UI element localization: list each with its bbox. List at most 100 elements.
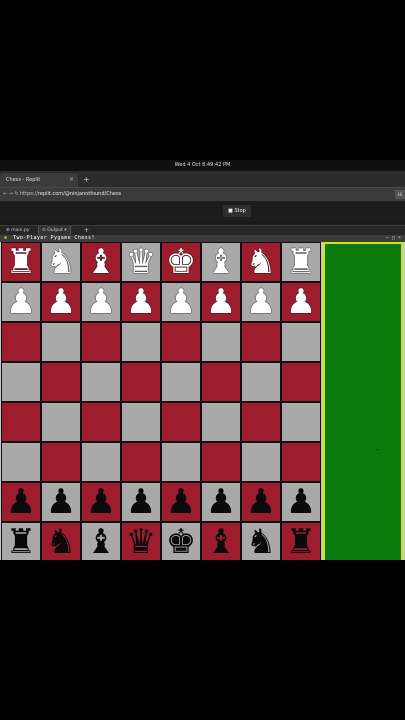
board-square[interactable]: ♝	[201, 522, 241, 560]
board-square[interactable]: ♟	[241, 282, 281, 322]
black-piece-icon[interactable]: ♟	[126, 482, 156, 522]
board-square[interactable]	[121, 402, 161, 442]
board-square[interactable]	[41, 442, 81, 482]
board-square[interactable]	[41, 362, 81, 402]
board-square[interactable]	[161, 362, 201, 402]
board-square[interactable]: ♟	[281, 482, 321, 522]
board-square[interactable]	[281, 442, 321, 482]
board-square[interactable]: ♜	[281, 522, 321, 560]
board-square[interactable]	[201, 362, 241, 402]
black-piece-icon[interactable]: ♜	[6, 522, 36, 560]
white-piece-icon[interactable]: ♟	[86, 282, 116, 322]
board-square[interactable]: ♟	[201, 282, 241, 322]
white-piece-icon[interactable]: ♚	[166, 242, 196, 282]
board-square[interactable]: ♟	[1, 282, 41, 322]
board-square[interactable]	[241, 362, 281, 402]
board-square[interactable]	[121, 322, 161, 362]
black-piece-icon[interactable]: ♟	[166, 482, 196, 522]
new-tab-button[interactable]: +	[83, 173, 90, 187]
board-square[interactable]	[281, 402, 321, 442]
board-square[interactable]	[81, 402, 121, 442]
board-square[interactable]: ♟	[201, 482, 241, 522]
board-square[interactable]	[81, 322, 121, 362]
black-piece-icon[interactable]: ♟	[46, 482, 76, 522]
black-piece-icon[interactable]: ♟	[246, 482, 276, 522]
black-piece-icon[interactable]: ♟	[286, 482, 316, 522]
board-square[interactable]: ♟	[241, 482, 281, 522]
board-square[interactable]	[281, 362, 321, 402]
white-piece-icon[interactable]: ♝	[86, 242, 116, 282]
board-square[interactable]: ♟	[161, 282, 201, 322]
black-piece-icon[interactable]: ♝	[86, 522, 116, 560]
board-square[interactable]: ♟	[121, 482, 161, 522]
board-square[interactable]	[1, 402, 41, 442]
board-square[interactable]	[41, 322, 81, 362]
white-piece-icon[interactable]: ♟	[126, 282, 156, 322]
url-field[interactable]: https://replit.com/@ninjanotfound/Chess	[20, 188, 121, 201]
white-piece-icon[interactable]: ♞	[46, 242, 76, 282]
nav-icons[interactable]: ← → ↻	[3, 188, 19, 201]
black-piece-icon[interactable]: ♟	[6, 482, 36, 522]
board-square[interactable]: ♟	[41, 282, 81, 322]
board-square[interactable]: ♜	[1, 522, 41, 560]
board-square[interactable]	[121, 442, 161, 482]
browser-tab-chess[interactable]: Chess - Replit ×	[0, 173, 78, 187]
board-square[interactable]	[81, 442, 121, 482]
white-piece-icon[interactable]: ♜	[6, 242, 36, 282]
board-square[interactable]: ♚	[161, 522, 201, 560]
window-controls[interactable]: – □ ×	[386, 235, 401, 242]
white-piece-icon[interactable]: ♝	[206, 242, 236, 282]
black-piece-icon[interactable]: ♚	[166, 522, 196, 560]
board-square[interactable]: ♟	[161, 482, 201, 522]
close-icon[interactable]: ×	[69, 173, 74, 187]
board-square[interactable]: ♝	[201, 242, 241, 282]
board-square[interactable]	[281, 322, 321, 362]
board-square[interactable]: ♞	[41, 522, 81, 560]
board-square[interactable]: ♟	[81, 482, 121, 522]
board-square[interactable]: ♛	[121, 242, 161, 282]
tab-main-py[interactable]: ⊕ main.py	[3, 226, 32, 235]
board-square[interactable]: ♟	[121, 282, 161, 322]
black-piece-icon[interactable]: ♟	[206, 482, 236, 522]
white-piece-icon[interactable]: ♜	[286, 242, 316, 282]
chess-board[interactable]: ♜ ♞ ♝ ♛ ♚ ♝ ♞ ♜ ♟ ♟ ♟ ♟ ♟ ♟ ♟ ♟ ♟ ♟ ♟ ♟ ♟ ♟ ♟ ♟ ♜ ♞ ♝ ♛ ♚ ♝ ♞ ♜	[1, 242, 322, 560]
stop-button[interactable]: ■ Stop	[223, 205, 251, 217]
board-square[interactable]: ♟	[281, 282, 321, 322]
profile-button[interactable]: Hi	[395, 190, 405, 199]
board-square[interactable]: ♛	[121, 522, 161, 560]
white-piece-icon[interactable]: ♞	[246, 242, 276, 282]
white-piece-icon[interactable]: ♟	[6, 282, 36, 322]
board-square[interactable]	[161, 322, 201, 362]
board-square[interactable]	[1, 322, 41, 362]
board-square[interactable]: ♞	[241, 242, 281, 282]
white-piece-icon[interactable]: ♛	[126, 242, 156, 282]
black-piece-icon[interactable]: ♛	[126, 522, 156, 560]
white-piece-icon[interactable]: ♟	[286, 282, 316, 322]
white-piece-icon[interactable]: ♟	[206, 282, 236, 322]
board-square[interactable]	[161, 442, 201, 482]
board-square[interactable]: ♝	[81, 242, 121, 282]
board-square[interactable]	[121, 362, 161, 402]
board-square[interactable]	[201, 402, 241, 442]
black-piece-icon[interactable]: ♞	[46, 522, 76, 560]
black-piece-icon[interactable]: ♟	[86, 482, 116, 522]
board-square[interactable]	[241, 402, 281, 442]
board-square[interactable]: ♜	[281, 242, 321, 282]
board-square[interactable]	[201, 442, 241, 482]
board-square[interactable]: ♚	[161, 242, 201, 282]
board-square[interactable]	[161, 402, 201, 442]
board-square[interactable]	[201, 322, 241, 362]
black-piece-icon[interactable]: ♜	[286, 522, 316, 560]
black-piece-icon[interactable]: ♝	[206, 522, 236, 560]
board-square[interactable]: ♟	[1, 482, 41, 522]
tab-output[interactable]: ⊙ Output ▾	[38, 226, 71, 235]
board-square[interactable]: ♜	[1, 242, 41, 282]
add-pane-button[interactable]: +	[84, 226, 89, 235]
board-square[interactable]	[241, 442, 281, 482]
board-square[interactable]: ♟	[41, 482, 81, 522]
white-piece-icon[interactable]: ♟	[46, 282, 76, 322]
board-square[interactable]	[41, 402, 81, 442]
board-square[interactable]	[241, 322, 281, 362]
board-square[interactable]	[1, 362, 41, 402]
board-square[interactable]: ♟	[81, 282, 121, 322]
